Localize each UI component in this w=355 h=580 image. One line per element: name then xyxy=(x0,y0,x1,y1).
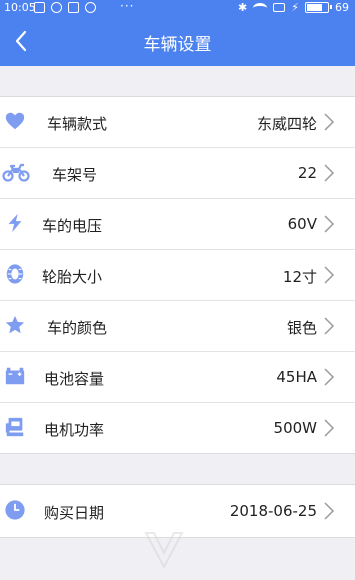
more-notifications-icon: ··· xyxy=(120,0,135,13)
battery-level: 69 xyxy=(335,1,349,14)
header-bar: 车辆设置 xyxy=(0,16,355,66)
battery-capacity-label: 电池容量 xyxy=(44,370,105,388)
battery-indicator-icon xyxy=(305,2,332,13)
lightning-icon xyxy=(8,213,22,233)
wifi-icon xyxy=(253,2,268,13)
tire-size-value: 12寸 xyxy=(282,268,317,286)
star-icon xyxy=(5,315,25,334)
page-title: 车辆设置 xyxy=(143,35,212,55)
tire-size-label: 轮胎大小 xyxy=(42,268,103,286)
chevron-right-icon xyxy=(324,266,335,284)
settings-row-battery-capacity[interactable]: 电池容量 45HA xyxy=(0,352,355,403)
watermark-logo xyxy=(144,532,184,570)
status-time: 10:05 xyxy=(4,1,36,14)
settings-row-motor-power[interactable]: 电机功率 500W xyxy=(0,403,355,454)
app-icon xyxy=(51,2,62,13)
frame-number-value: 22 xyxy=(297,164,317,182)
chevron-right-icon xyxy=(324,113,335,131)
vehicle-settings-list: 车辆款式 东威四轮 车架号 22 车的电压 60V 轮胎大小 12寸 车的颜色 … xyxy=(0,96,355,454)
chevron-right-icon xyxy=(324,419,335,437)
settings-row-tire-size[interactable]: 轮胎大小 12寸 xyxy=(0,250,355,301)
message-icon xyxy=(68,2,79,13)
clock-icon xyxy=(5,500,25,520)
battery-icon xyxy=(5,367,25,385)
settings-row-model[interactable]: 车辆款式 东威四轮 xyxy=(0,97,355,148)
tire-icon xyxy=(6,264,24,284)
chevron-right-icon xyxy=(324,502,335,520)
battery-capacity-value: 45HA xyxy=(276,368,317,386)
chevron-right-icon xyxy=(324,164,335,182)
purchase-date-value: 2018-06-25 xyxy=(229,502,317,520)
motorcycle-icon xyxy=(2,163,30,182)
motor-power-value: 500W xyxy=(273,419,317,437)
mail-icon xyxy=(34,2,45,13)
voltage-label: 车的电压 xyxy=(42,217,103,235)
settings-row-frame-number[interactable]: 车架号 22 xyxy=(0,148,355,199)
purchase-date-label: 购买日期 xyxy=(44,504,105,522)
charging-icon: ⚡ xyxy=(291,1,299,14)
motor-power-label: 电机功率 xyxy=(44,421,105,439)
color-value: 银色 xyxy=(286,319,317,337)
model-value: 东威四轮 xyxy=(256,115,317,133)
color-label: 车的颜色 xyxy=(47,319,108,337)
chevron-right-icon xyxy=(324,317,335,335)
heart-icon xyxy=(5,112,25,130)
screen-icon xyxy=(273,3,286,12)
status-bar: 10:05 ··· ✱ ⚡ 69 xyxy=(0,0,355,16)
chevron-right-icon xyxy=(324,215,335,233)
frame-number-label: 车架号 xyxy=(52,166,98,184)
settings-row-voltage[interactable]: 车的电压 60V xyxy=(0,199,355,250)
model-label: 车辆款式 xyxy=(47,115,108,133)
bluetooth-icon: ✱ xyxy=(238,1,248,14)
motor-icon xyxy=(5,417,24,437)
chevron-right-icon xyxy=(324,368,335,386)
check-icon xyxy=(85,2,96,13)
voltage-value: 60V xyxy=(287,215,317,233)
notification-icons xyxy=(34,2,96,13)
settings-row-color[interactable]: 车的颜色 银色 xyxy=(0,301,355,352)
